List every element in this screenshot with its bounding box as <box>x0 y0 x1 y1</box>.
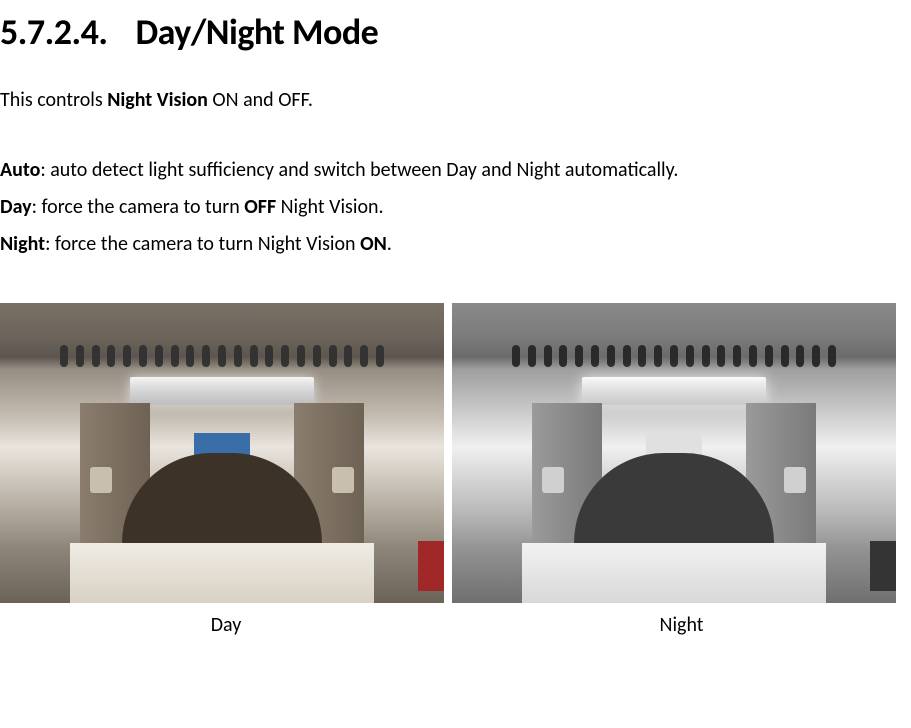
mode-day-pre: : force the camera to turn <box>32 195 245 219</box>
caption-night: Night <box>452 611 911 639</box>
mode-day-label: Day <box>0 195 32 219</box>
captions-row: Day Night <box>0 611 911 639</box>
label-tag <box>870 541 896 591</box>
mode-night-bold: ON <box>360 232 387 256</box>
bed <box>70 543 374 603</box>
caption-day: Day <box>0 611 452 639</box>
intro-prefix: This controls <box>0 88 107 112</box>
mode-night-pre: : force the camera to turn Night Vision <box>45 232 360 256</box>
mode-auto-label: Auto <box>0 158 40 182</box>
mode-night-label: Night <box>0 232 45 256</box>
mode-day-post: Night Vision. <box>276 195 383 219</box>
bed <box>522 543 826 603</box>
lamp-right <box>784 467 806 493</box>
night-image <box>452 303 896 603</box>
intro-text: This controls Night Vision ON and OFF. <box>0 84 911 116</box>
ceiling-light <box>582 377 766 405</box>
intro-suffix: ON and OFF. <box>208 88 313 112</box>
label-tag <box>418 541 444 591</box>
headboard <box>122 453 322 543</box>
headboard <box>574 453 774 543</box>
spiral-binding <box>512 345 836 367</box>
mode-auto-text: : auto detect light sufficiency and swit… <box>40 158 678 182</box>
intro-bold: Night Vision <box>107 88 208 112</box>
mode-night: Night: force the camera to turn Night Vi… <box>0 226 911 263</box>
section-number: 5.7.2.4. <box>0 10 107 54</box>
mode-day: Day: force the camera to turn OFF Night … <box>0 189 911 226</box>
images-row <box>0 303 911 603</box>
modes-list: Auto: auto detect light sufficiency and … <box>0 152 911 263</box>
section-heading: 5.7.2.4. Day/Night Mode <box>0 0 911 84</box>
spiral-binding <box>60 345 384 367</box>
lamp-left <box>542 467 564 493</box>
mode-day-bold: OFF <box>244 195 276 219</box>
section-title: Day/Night Mode <box>135 10 378 54</box>
mode-night-post: . <box>387 232 392 256</box>
mode-auto: Auto: auto detect light sufficiency and … <box>0 152 911 189</box>
lamp-left <box>90 467 112 493</box>
day-image <box>0 303 444 603</box>
ceiling-light <box>130 377 314 405</box>
lamp-right <box>332 467 354 493</box>
